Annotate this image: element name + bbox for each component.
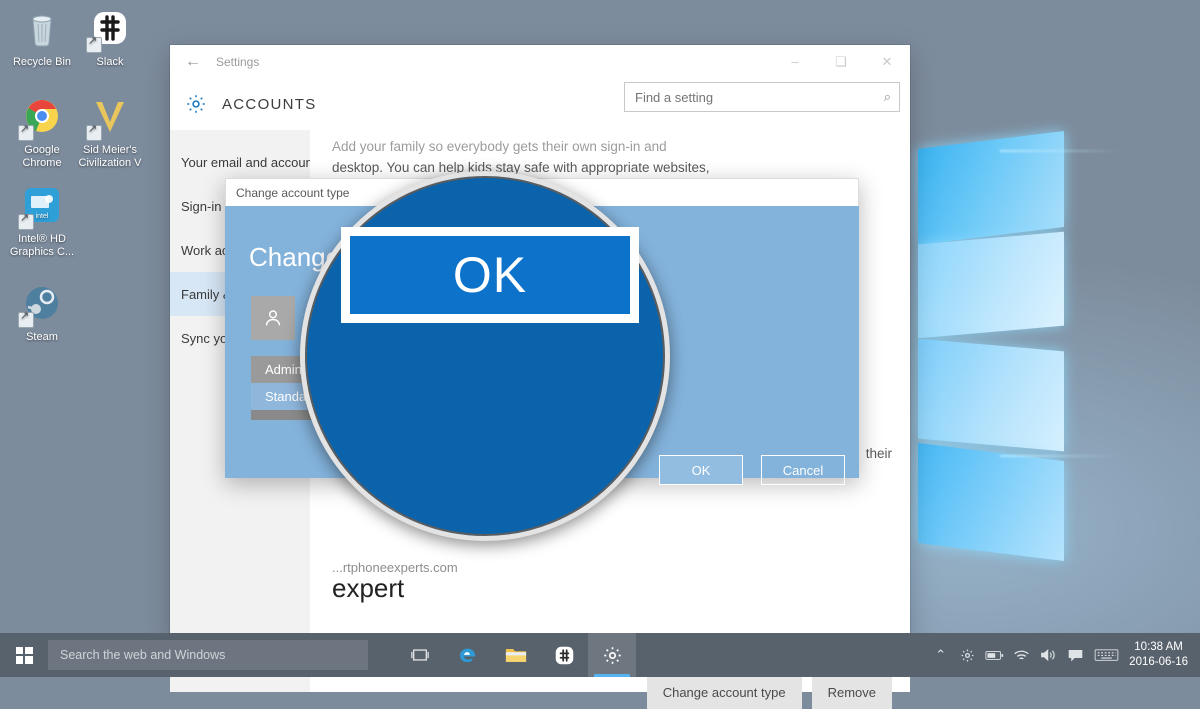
clock-time: 10:38 AM [1134, 641, 1183, 653]
desktop-icon-label: Intel® HD Graphics C... [9, 233, 75, 258]
file-explorer-icon[interactable] [492, 633, 540, 677]
minimize-button[interactable]: – [772, 45, 818, 78]
person-icon [251, 296, 295, 340]
close-button[interactable]: ✕ [864, 45, 910, 78]
show-hidden-icons-icon[interactable]: ⌃ [927, 633, 954, 677]
shortcut-overlay-icon [86, 35, 102, 53]
magnified-ok-label: OK [452, 247, 528, 303]
dialog-ok-button[interactable]: OK [659, 455, 743, 485]
keyboard-icon[interactable] [1089, 633, 1123, 677]
desktop-icon-slack[interactable]: Slack [70, 8, 150, 69]
settings-tray-icon[interactable] [954, 633, 981, 677]
page-title: ACCOUNTS [222, 95, 317, 113]
search-input[interactable] [633, 88, 884, 106]
shortcut-overlay-icon [18, 310, 34, 328]
window-title-bar[interactable]: ← Settings – ❑ ✕ [170, 45, 910, 78]
maximize-button[interactable]: ❑ [818, 45, 864, 78]
windows-logo-icon [15, 646, 33, 664]
volume-icon[interactable] [1035, 633, 1062, 677]
desktop-icon-intel-hd-graphics[interactable]: intel Intel® HD Graphics C... [2, 185, 82, 259]
account-actions[interactable]: Change account type Remove [646, 676, 892, 709]
content-right-fragment: their [865, 446, 892, 461]
wallpaper-pane-top-right [918, 231, 1064, 339]
sidebar-item-label: Your email and accounts [181, 154, 323, 170]
wallpaper-pane-top-left [918, 131, 1064, 245]
account-name: expert [332, 573, 405, 603]
intel-hd-graphics-icon: intel [18, 185, 64, 230]
edge-icon[interactable] [444, 633, 492, 677]
search-icon[interactable]: ⌕ [884, 89, 891, 105]
wallpaper-ray [1000, 150, 1120, 152]
wallpaper-pane-bottom-right [918, 443, 1064, 561]
shortcut-overlay-icon [86, 123, 102, 141]
desktop-icon-civilization-v[interactable]: Sid Meier's Civilization V [70, 96, 150, 170]
shortcut-overlay-icon [18, 212, 34, 230]
back-arrow-icon[interactable]: ← [170, 45, 216, 78]
remove-account-button[interactable]: Remove [811, 676, 892, 709]
change-account-type-button[interactable]: Change account type [646, 676, 802, 709]
dialog-cancel-button[interactable]: Cancel [761, 455, 845, 485]
settings-icon[interactable] [588, 633, 636, 677]
steam-icon [18, 283, 64, 328]
account-summary: ...rtphoneexperts.com expert [332, 560, 892, 604]
start-button[interactable] [0, 633, 48, 677]
slack-icon[interactable] [540, 633, 588, 677]
wallpaper-ray [1000, 455, 1120, 457]
taskbar[interactable]: Search the web and Windows ⌃ 10:38 AM 20… [0, 633, 1200, 677]
gear-icon [170, 93, 222, 115]
window-controls[interactable]: – ❑ ✕ [772, 45, 910, 78]
google-chrome-icon [18, 96, 64, 141]
dialog-actions[interactable]: OK Cancel [659, 455, 845, 485]
system-tray[interactable]: ⌃ 10:38 AM 2016-06-16 [927, 633, 1200, 677]
desktop-icon-label: Sid Meier's Civilization V [78, 144, 142, 169]
window-title: Settings [216, 54, 260, 69]
desktop-icon-label: Steam [26, 331, 58, 343]
wifi-icon[interactable] [1008, 633, 1035, 677]
content-paragraph-line1: Add your family so everybody gets their … [332, 139, 667, 154]
recycle-bin-icon [20, 8, 64, 52]
magnified-ok-button[interactable]: OK [341, 227, 639, 323]
magnifier-overlay: OK [300, 171, 670, 541]
desktop-icon-steam[interactable]: Steam [2, 283, 82, 344]
civilization-v-icon [86, 96, 132, 141]
clock[interactable]: 10:38 AM 2016-06-16 [1123, 640, 1200, 670]
search-input-wrapper[interactable]: ⌕ [624, 82, 900, 112]
task-view-icon[interactable] [396, 633, 444, 677]
svg-text:intel: intel [36, 213, 49, 220]
shortcut-overlay-icon [18, 123, 34, 141]
content-paragraph-line2: desktop. You can help kids stay safe wit… [332, 160, 710, 175]
taskbar-search-placeholder: Search the web and Windows [60, 648, 226, 662]
clock-date: 2016-06-16 [1129, 656, 1188, 668]
desktop-icon-label: Slack [96, 56, 124, 68]
taskbar-search-input[interactable]: Search the web and Windows [48, 640, 368, 670]
battery-icon[interactable] [981, 633, 1008, 677]
slack-icon [86, 8, 132, 53]
action-center-icon[interactable] [1062, 633, 1089, 677]
wallpaper-pane-bottom-left [918, 338, 1064, 452]
